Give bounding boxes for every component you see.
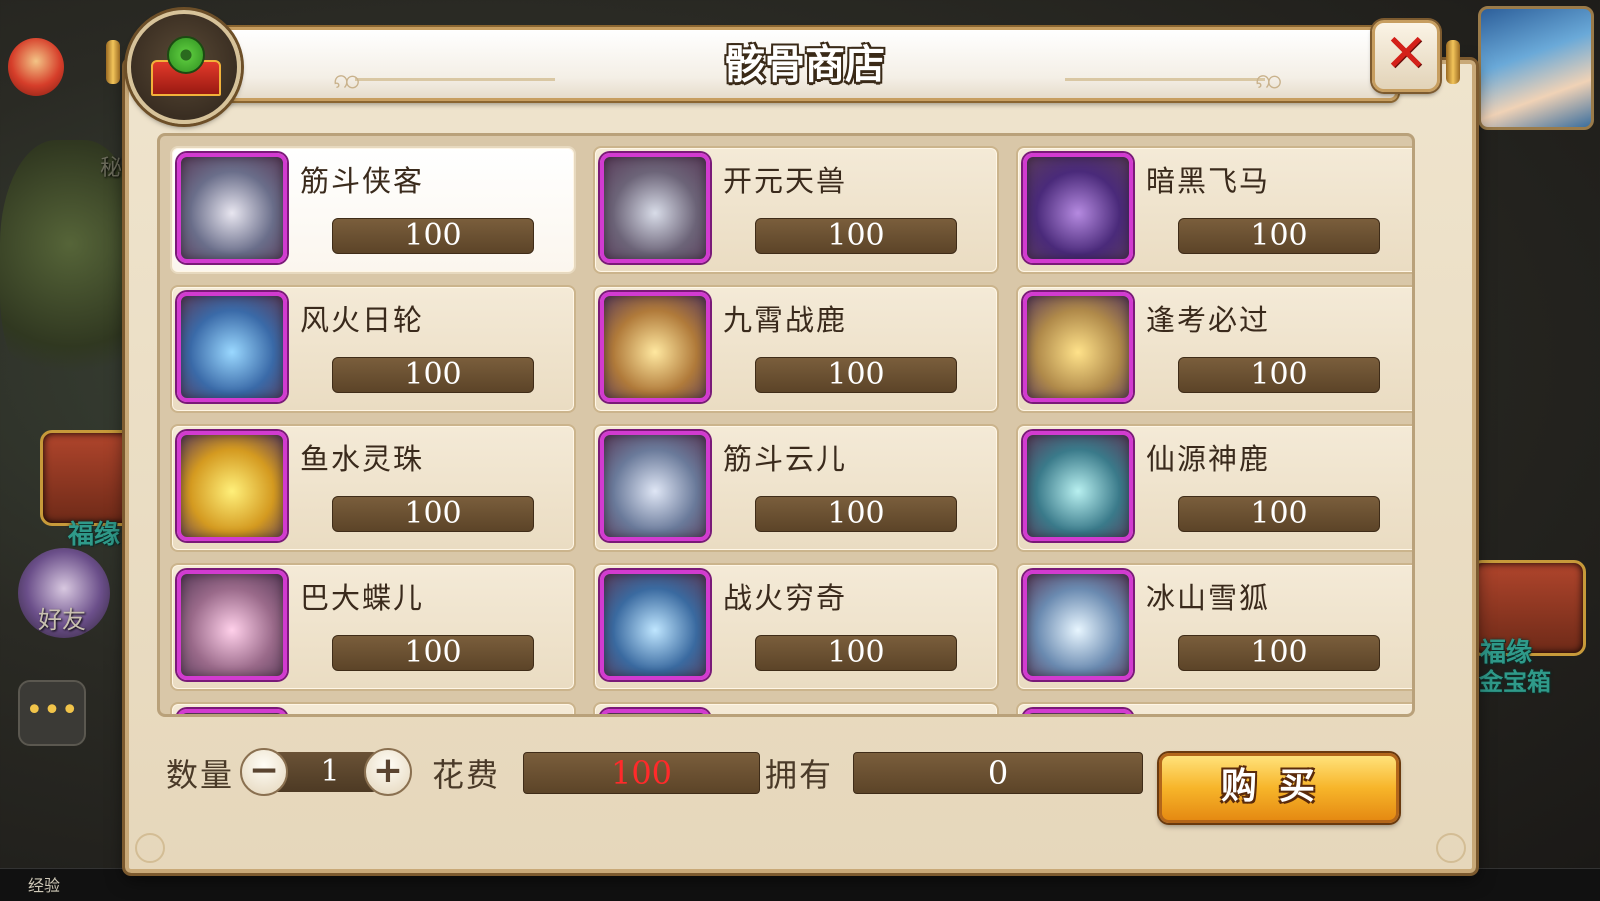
player-avatar-icon[interactable] <box>8 38 64 96</box>
owned-label: 拥有 <box>765 756 834 794</box>
cost-value: 100 <box>523 752 760 794</box>
mount-icon-jiuxiao-zhanlu[interactable] <box>600 292 710 402</box>
scroll-rod-left <box>106 40 120 84</box>
mount-icon-bingshan-xuehu[interactable] <box>1023 570 1133 680</box>
mount-icon-yushui-lingzhu[interactable] <box>177 431 287 541</box>
mount-icon-bada-dieer[interactable] <box>177 570 287 680</box>
shop-item-card[interactable]: 风火日轮 100 <box>170 285 576 413</box>
item-list[interactable]: 筋斗侠客 100 开元天兽 100 暗黑飞马 100 风火日轮 100 九霄战鹿 100 逢考必过 1… <box>157 133 1415 717</box>
shop-item-card[interactable]: 战火穷奇 100 <box>593 563 999 691</box>
item-name: 战火穷奇 <box>723 581 848 615</box>
item-name: 风火日轮 <box>300 303 425 337</box>
item-name: 逢考必过 <box>1146 303 1271 337</box>
shop-item-card[interactable]: 暗黑飞马 100 <box>1016 146 1412 274</box>
item-price: 100 <box>755 357 957 393</box>
hud-label-secret: 秘 <box>100 156 123 181</box>
item-price: 100 <box>755 496 957 532</box>
mount-icon[interactable] <box>600 709 710 714</box>
shop-item-card[interactable]: 筋斗云儿 100 <box>593 424 999 552</box>
shop-item-card[interactable]: 筋斗侠客 100 <box>170 146 576 274</box>
cost-label: 花费 <box>432 756 501 794</box>
jade-disc-icon <box>167 36 205 74</box>
shop-item-card[interactable]: 开元天兽 100 <box>593 146 999 274</box>
item-price: 100 <box>332 635 534 671</box>
item-name: 鱼水灵珠 <box>300 442 425 476</box>
mount-icon-kaiyuan-tianshou[interactable] <box>600 153 710 263</box>
friends-label: 好友 <box>38 606 86 634</box>
shop-item-card[interactable]: 巴大蝶儿 100 <box>170 563 576 691</box>
item-price: 100 <box>1178 218 1380 254</box>
mount-icon[interactable] <box>1023 709 1133 714</box>
hud-label-fuyuan: 福缘 <box>68 520 121 550</box>
item-name: 筋斗侠客 <box>300 164 425 198</box>
shop-item-card[interactable]: 九霄战鹿 100 <box>593 285 999 413</box>
owned-value: 0 <box>853 752 1143 794</box>
item-price: 100 <box>332 496 534 532</box>
page-title: 骸骨商店 <box>725 42 885 88</box>
experience-label: 经验 <box>28 876 61 895</box>
item-price: 100 <box>755 218 957 254</box>
shop-emblem-icon <box>127 10 241 124</box>
close-button[interactable]: ✕ <box>1372 20 1440 92</box>
mount-icon-zhanhuo-qiongqi[interactable] <box>600 570 710 680</box>
decrease-quantity-button[interactable]: − <box>240 748 288 796</box>
item-name: 冰山雪狐 <box>1146 581 1271 615</box>
item-name: 暗黑飞马 <box>1146 164 1271 198</box>
quantity-label: 数量 <box>166 756 235 794</box>
shop-item-card-partial[interactable] <box>593 702 999 714</box>
panel-corner-ornament <box>1436 833 1466 863</box>
item-price: 100 <box>1178 357 1380 393</box>
shop-item-card-partial[interactable] <box>170 702 576 714</box>
scroll-rod-right <box>1446 40 1460 84</box>
mount-icon[interactable] <box>177 709 287 714</box>
panel-corner-ornament <box>135 833 165 863</box>
item-name: 开元天兽 <box>723 164 848 198</box>
mount-icon-jindou-xiake[interactable] <box>177 153 287 263</box>
item-name: 巴大蝶儿 <box>300 581 425 615</box>
quantity-value[interactable]: 1 <box>300 752 360 792</box>
shop-item-card[interactable]: 鱼水灵珠 100 <box>170 424 576 552</box>
item-name: 筋斗云儿 <box>723 442 848 476</box>
item-price: 100 <box>1178 635 1380 671</box>
mount-icon-anhei-feima[interactable] <box>1023 153 1133 263</box>
shop-item-card-partial[interactable] <box>1016 702 1412 714</box>
chat-icon[interactable]: ••• <box>18 680 86 746</box>
item-price: 100 <box>332 218 534 254</box>
item-price: 100 <box>1178 496 1380 532</box>
item-name: 九霄战鹿 <box>723 303 848 337</box>
shop-item-card[interactable]: 冰山雪狐 100 <box>1016 563 1412 691</box>
shop-item-card[interactable]: 逢考必过 100 <box>1016 285 1412 413</box>
companion-portrait[interactable] <box>1478 6 1594 130</box>
item-price: 100 <box>332 357 534 393</box>
shop-item-card[interactable]: 仙源神鹿 100 <box>1016 424 1412 552</box>
item-price: 100 <box>755 635 957 671</box>
title-banner: ꩡ ꩡ 骸骨商店 <box>212 27 1398 101</box>
mount-icon-fenghuo-rilun[interactable] <box>177 292 287 402</box>
mount-icon-jindou-yuner[interactable] <box>600 431 710 541</box>
mount-icon-xianyuan-shenlu[interactable] <box>1023 431 1133 541</box>
mount-icon-fengkao-biguo[interactable] <box>1023 292 1133 402</box>
increase-quantity-button[interactable]: + <box>364 748 412 796</box>
buy-button[interactable]: 购买 <box>1159 753 1399 823</box>
item-name: 仙源神鹿 <box>1146 442 1271 476</box>
